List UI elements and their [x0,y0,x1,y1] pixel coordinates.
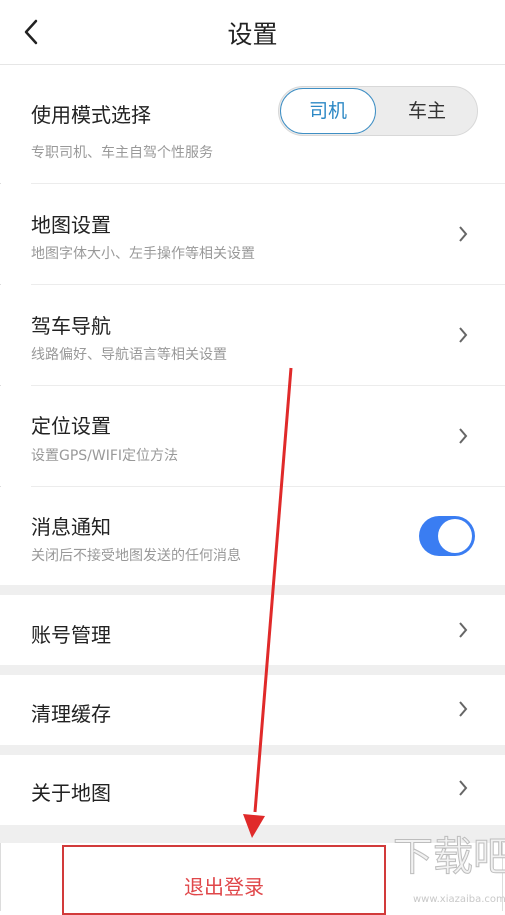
mode-option-owner[interactable]: 车主 [377,87,477,135]
mode-select-subtitle: 专职司机、车主自驾个性服务 [31,145,213,161]
notification-toggle[interactable] [419,516,475,556]
watermark-logo: 下载吧 www.xiazaiba.com [385,818,505,911]
chevron-right-icon [459,428,468,444]
driving-navigation-subtitle: 线路偏好、导航语言等相关设置 [31,347,227,363]
chevron-right-icon [459,622,468,638]
map-settings-row[interactable]: 地图设置 地图字体大小、左手操作等相关设置 [0,184,505,284]
watermark-icon: 下载吧 www.xiazaiba.com [393,834,505,906]
clear-cache-row[interactable]: 清理缓存 [0,675,505,745]
map-settings-title: 地图设置 [31,213,111,237]
toggle-knob [438,519,472,553]
chevron-right-icon [459,327,468,343]
map-settings-subtitle: 地图字体大小、左手操作等相关设置 [31,246,255,262]
logout-button[interactable]: 退出登录 [64,871,384,900]
top-bar: 设置 [0,0,505,65]
svg-text:www.xiazaiba.com: www.xiazaiba.com [413,894,505,905]
notification-subtitle: 关闭后不接受地图发送的任何消息 [31,548,241,564]
notification-title: 消息通知 [31,515,111,539]
location-settings-row[interactable]: 定位设置 设置GPS/WIFI定位方法 [0,386,505,486]
mode-select-title: 使用模式选择 [31,103,151,127]
mode-segmented-control: 司机 车主 [278,86,478,136]
about-row[interactable]: 关于地图 [0,755,505,825]
logout-highlight-box: 退出登录 [62,845,386,915]
location-settings-subtitle: 设置GPS/WIFI定位方法 [31,448,179,464]
driving-navigation-title: 驾车导航 [31,314,111,338]
mode-option-driver[interactable]: 司机 [280,88,376,134]
svg-text:下载吧: 下载吧 [393,834,505,880]
section-gap [0,585,505,595]
page-title: 设置 [227,20,278,49]
location-settings-title: 定位设置 [31,414,111,438]
driving-navigation-row[interactable]: 驾车导航 线路偏好、导航语言等相关设置 [0,285,505,385]
chevron-right-icon [459,226,468,242]
chevron-right-icon [459,780,468,796]
about-title: 关于地图 [31,781,111,805]
account-row[interactable]: 账号管理 [0,595,505,665]
section-gap [0,665,505,675]
clear-cache-title: 清理缓存 [31,702,111,726]
account-title: 账号管理 [31,623,111,647]
section-gap [0,745,505,755]
chevron-right-icon [459,701,468,717]
